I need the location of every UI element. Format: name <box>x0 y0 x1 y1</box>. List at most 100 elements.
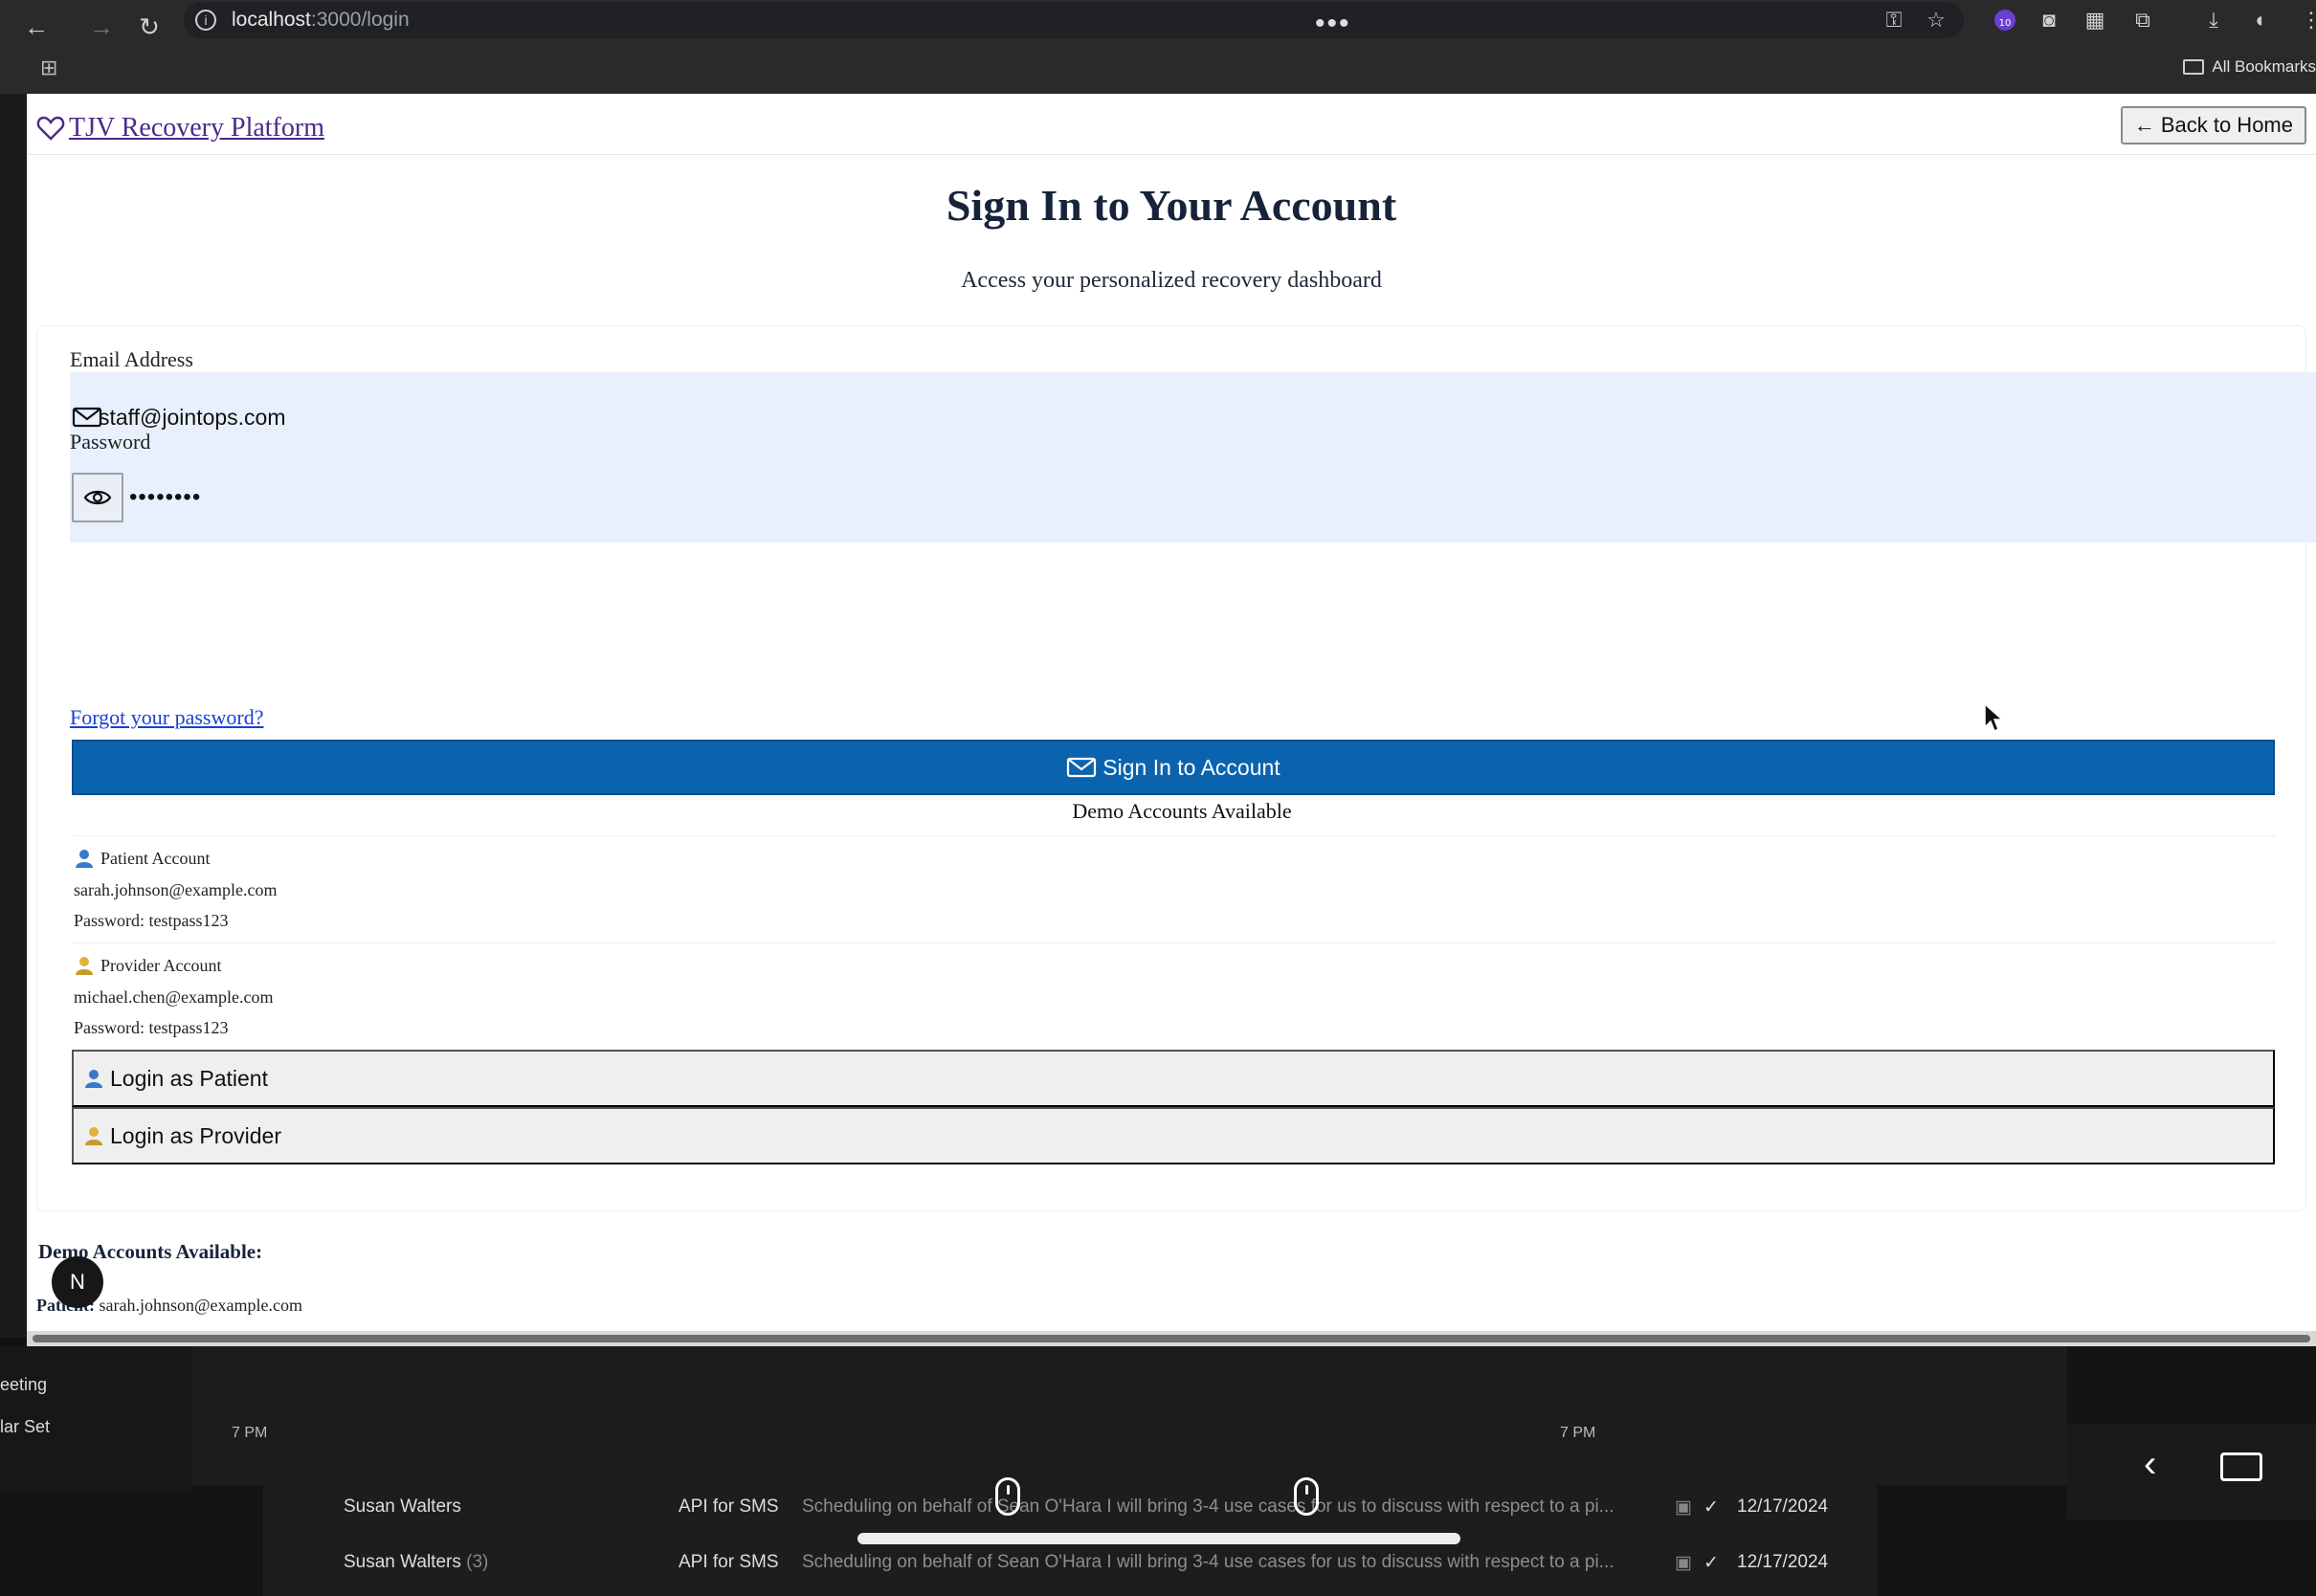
person-icon <box>76 850 93 868</box>
email-field[interactable]: staff@jointops.com <box>70 372 2316 462</box>
tab-manager-icon[interactable]: ▦ <box>2079 4 2111 36</box>
mail-sender: Susan Walters <box>344 1496 461 1518</box>
mail-row[interactable]: Susan Walters API for SMS Scheduling on … <box>263 1485 1877 1529</box>
patient-account-label: Patient Account <box>100 848 211 868</box>
provider-password: Password: testpass123 <box>74 1018 229 1037</box>
mail-date: 12/17/2024 <box>1737 1496 1829 1517</box>
brand-link[interactable]: TJV Recovery Platform <box>36 113 324 144</box>
back-to-home-button[interactable]: ← Back to Home <box>2120 106 2306 144</box>
patient-email: sarah.johnson@example.com <box>74 880 278 899</box>
background-calendar: 7 PM 7 PM <box>191 1346 2067 1485</box>
provider-account-heading: Provider Account <box>74 955 221 976</box>
calendar-icon: ▣ <box>1675 1553 1692 1573</box>
profile-avatar-icon[interactable]: ◐ <box>2245 4 2278 36</box>
demo-accounts-title: Demo Accounts Available <box>1072 799 1292 823</box>
extension-badge: 10 <box>1999 18 2012 29</box>
background-window-edge <box>0 94 27 1338</box>
remote-controls: ‹ <box>2067 1424 2316 1519</box>
toggle-password-visibility-button[interactable] <box>72 473 123 522</box>
mail-icon <box>1067 757 1097 778</box>
back-to-home-label: Back to Home <box>2160 113 2293 137</box>
url-path: :3000/login <box>310 9 410 31</box>
password-label: Password <box>70 430 151 454</box>
bookmarks-bar: ⊞ All Bookmarks <box>0 46 2316 94</box>
check-icon: ✓ <box>1704 1553 1719 1573</box>
login-as-patient-button[interactable]: Login as Patient <box>72 1050 2275 1107</box>
site-info-icon[interactable]: i <box>195 10 216 31</box>
scrollbar-thumb[interactable] <box>33 1335 2310 1342</box>
time-label: 7 PM <box>232 1425 268 1441</box>
password-field[interactable]: •••••••• <box>70 453 2316 543</box>
email-label: Email Address <box>70 347 193 371</box>
mail-thread-count: (3) <box>466 1552 489 1572</box>
mouse-cursor-icon <box>1984 702 2004 733</box>
time-label: 7 PM <box>1560 1425 1596 1441</box>
provider-account-label: Provider Account <box>100 955 222 975</box>
home-indicator-bar[interactable] <box>857 1533 1460 1544</box>
check-icon: ✓ <box>1704 1497 1719 1518</box>
reload-icon[interactable]: ↻ <box>130 8 168 46</box>
mail-date: 12/17/2024 <box>1737 1552 1829 1572</box>
forward-arrow-icon[interactable]: → <box>82 8 121 46</box>
provider-demo-account: Provider Account michael.chen@example.co… <box>72 942 2275 1048</box>
heart-icon <box>36 116 65 141</box>
doctor-icon <box>76 957 93 975</box>
background-app: eeting lar Set 7 PM 7 PM Susan Walters A… <box>0 1346 2316 1596</box>
patient-demo-account: Patient Account sarah.johnson@example.co… <box>72 835 2275 941</box>
mail-row[interactable]: Susan Walters (3) API for SMS Scheduling… <box>263 1541 1877 1585</box>
horizontal-scrollbar[interactable] <box>27 1331 2316 1346</box>
login-as-provider-button[interactable]: Login as Provider <box>72 1107 2275 1164</box>
mail-sender: Susan Walters (3) <box>344 1552 488 1573</box>
chevron-left-icon[interactable]: ‹ <box>2144 1443 2156 1486</box>
folder-icon <box>2183 59 2205 75</box>
provider-email: michael.chen@example.com <box>74 987 274 1007</box>
background-item-calendar-set: lar Set <box>0 1417 51 1436</box>
camera-icon[interactable]: ◙ <box>2033 4 2065 36</box>
patient-password: Password: testpass123 <box>74 911 229 930</box>
url-text[interactable]: localhost:3000/login <box>232 9 410 32</box>
mail-snippet: Scheduling on behalf of Sean O'Hara I wi… <box>802 1496 1615 1517</box>
mail-sender-name: Susan Walters <box>344 1552 461 1572</box>
download-icon[interactable]: ⤓ <box>2197 4 2230 36</box>
apps-grid-icon[interactable]: ⊞ <box>40 55 65 80</box>
kebab-menu-icon[interactable]: ⋮ <box>2295 4 2316 36</box>
all-bookmarks[interactable]: All Bookmarks <box>2183 57 2316 77</box>
arrow-left-icon: ← <box>2133 113 2155 137</box>
page-title: Sign In to Your Account <box>946 181 1397 230</box>
brand-text: TJV Recovery Platform <box>69 113 324 143</box>
more-dots-icon[interactable]: ••• <box>1315 8 1351 40</box>
person-icon <box>85 1070 102 1088</box>
extension-icon[interactable]: 10 <box>1989 4 2021 36</box>
next-dev-badge[interactable]: N <box>52 1256 103 1308</box>
calendar-icon: ▣ <box>1675 1497 1692 1518</box>
mail-sender-name: Susan Walters <box>344 1496 461 1517</box>
page-subtitle: Access your personalized recovery dashbo… <box>961 268 1382 293</box>
keyboard-icon[interactable] <box>2220 1452 2262 1481</box>
forgot-password-link[interactable]: Forgot your password? <box>70 705 263 730</box>
page-viewport: TJV Recovery Platform ← Back to Home Sig… <box>27 94 2316 1331</box>
eye-icon <box>83 490 112 505</box>
site-header: TJV Recovery Platform ← Back to Home <box>27 94 2316 155</box>
password-value: •••••••• <box>129 484 202 510</box>
background-item-meeting: eeting <box>0 1375 48 1394</box>
all-bookmarks-label: All Bookmarks <box>2212 57 2316 76</box>
mail-snippet: Scheduling on behalf of Sean O'Hara I wi… <box>802 1552 1615 1572</box>
mail-subject: API for SMS <box>679 1552 779 1572</box>
back-arrow-icon[interactable]: ← <box>17 8 56 46</box>
sign-in-button[interactable]: Sign In to Account <box>72 740 2275 795</box>
url-host: localhost <box>232 9 311 31</box>
mouse-icon[interactable] <box>995 1477 1020 1516</box>
login-as-provider-label: Login as Provider <box>110 1122 281 1148</box>
doctor-icon <box>85 1127 102 1145</box>
login-card: Email Address staff@jointops.com Passwor… <box>36 325 2316 1211</box>
mouse-icon[interactable] <box>1294 1477 1319 1516</box>
address-bar[interactable]: i localhost:3000/login ••• <box>184 2 1964 40</box>
password-key-icon[interactable]: ⚿ <box>1878 4 1910 36</box>
patient-account-heading: Patient Account <box>74 848 210 869</box>
bookmark-star-icon[interactable]: ☆ <box>1920 4 1952 36</box>
sign-in-label: Sign In to Account <box>1102 754 1280 780</box>
background-sidebar: eeting lar Set <box>0 1346 191 1490</box>
puzzle-icon[interactable]: ⧉ <box>2127 4 2159 36</box>
browser-toolbar: ← → ↻ i localhost:3000/login ••• ⚿ ☆ 10 … <box>0 0 2316 94</box>
email-value: staff@jointops.com <box>99 404 286 430</box>
